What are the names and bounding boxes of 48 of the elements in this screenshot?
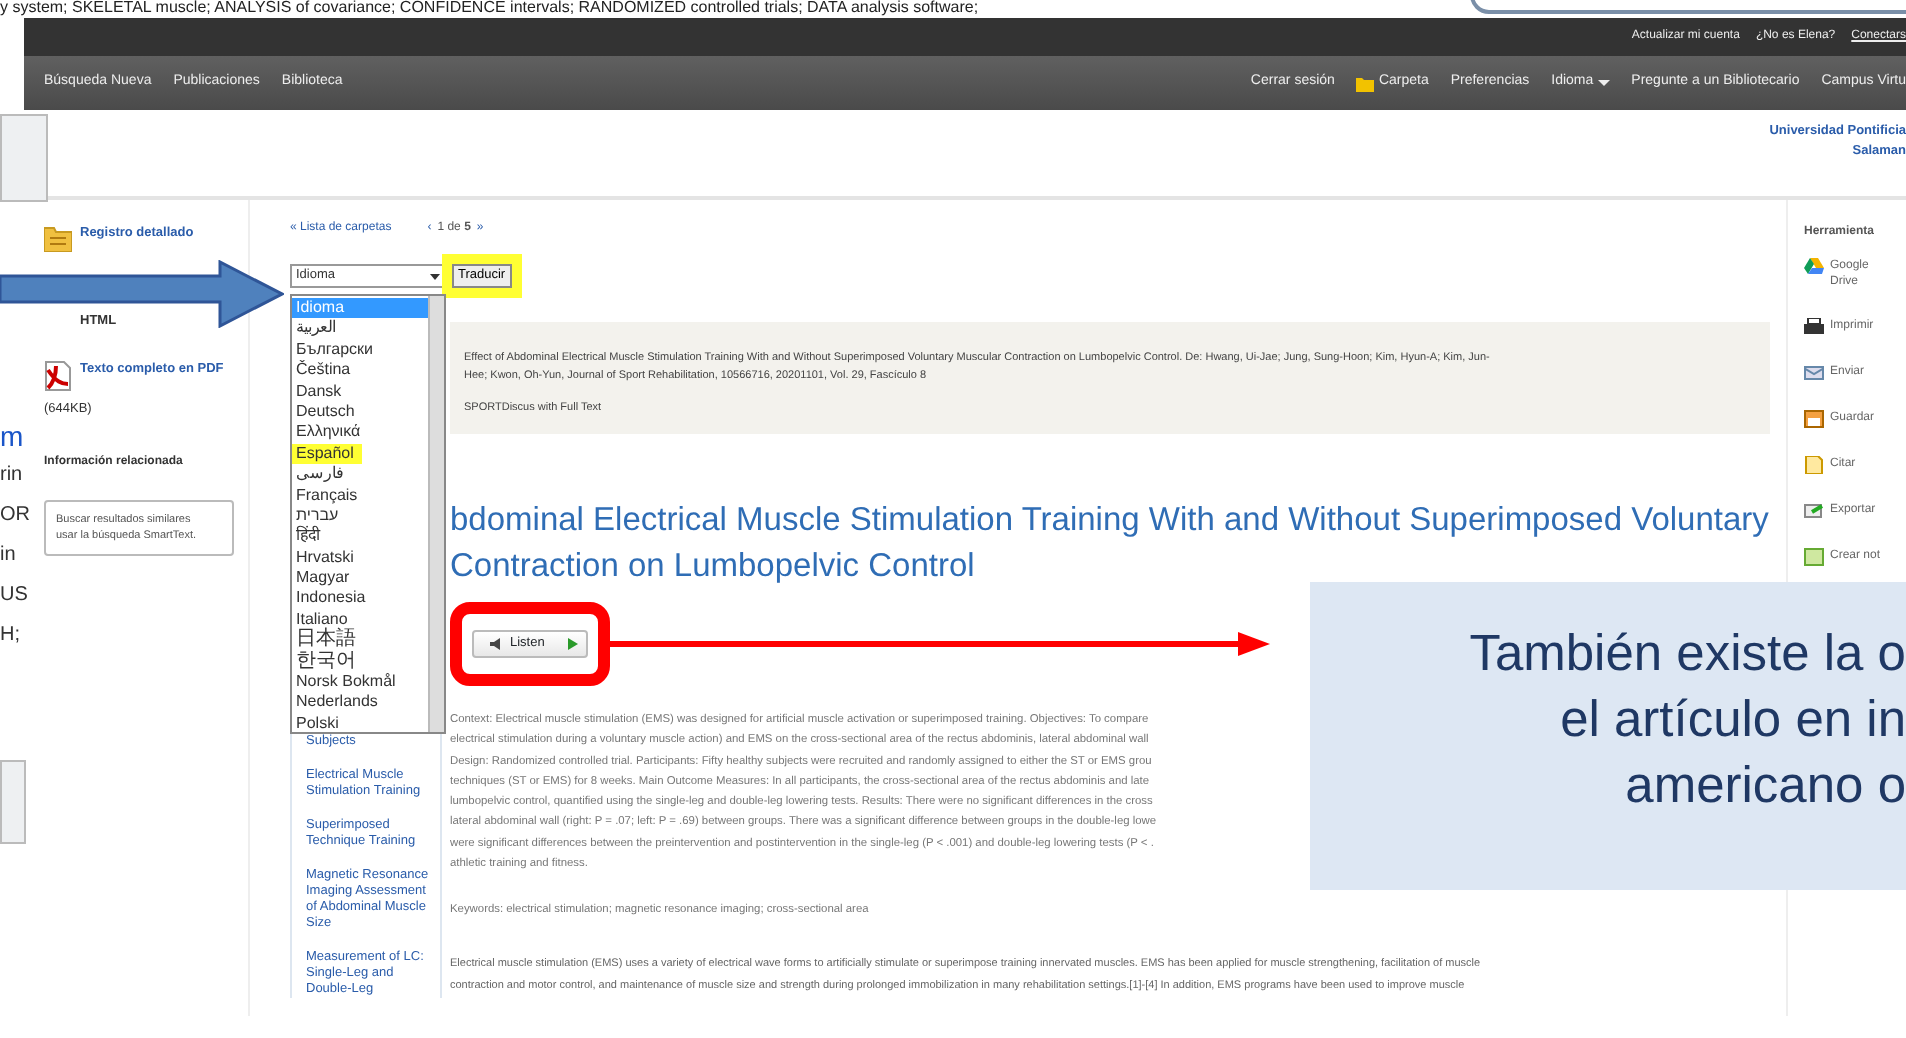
printer-icon <box>1804 318 1824 336</box>
text-fragment: in <box>0 542 18 570</box>
text-fragment: US <box>0 582 28 610</box>
caret-icon <box>430 273 440 279</box>
article-title: Contraction on Lumbopelvic Control <box>450 546 977 588</box>
language-option[interactable]: Polski <box>292 713 428 735</box>
speaker-icon <box>490 638 504 650</box>
language-option[interactable]: Hrvatski <box>292 547 428 569</box>
article-title: bdominal Electrical Muscle Stimulation Training With and Without Superimposed Voluntary <box>450 500 1771 542</box>
language-option[interactable]: فارسی <box>292 464 428 486</box>
language-option[interactable]: Ελληνικά <box>292 422 428 444</box>
language-option[interactable]: 한국어 <box>292 651 428 673</box>
language-option[interactable]: עברית <box>292 505 428 527</box>
language-option[interactable]: Magyar <box>292 568 428 589</box>
language-option[interactable]: العربية <box>292 318 428 340</box>
play-icon <box>568 638 579 650</box>
language-option[interactable]: Nederlands <box>292 692 428 714</box>
language-option[interactable]: Norsk Bokmål <box>292 672 428 693</box>
callout-text: el artículo en in <box>1560 690 1906 752</box>
language-option[interactable]: Dansk <box>292 381 428 402</box>
export-icon <box>1804 502 1824 520</box>
envelope-icon <box>1804 364 1824 382</box>
text-fragment: OR <box>0 502 28 530</box>
language-option[interactable]: Español <box>292 443 362 465</box>
pdf-icon <box>44 359 72 392</box>
language-option[interactable]: Български <box>292 339 428 361</box>
drive-icon <box>1804 258 1824 276</box>
document-icon <box>1804 456 1824 474</box>
document-thumbnail <box>0 114 48 202</box>
text-fragment: m <box>0 418 26 456</box>
text-fragment: H; <box>0 622 22 650</box>
language-option[interactable]: हिंदी <box>292 526 428 548</box>
document-thumbnail <box>0 760 26 844</box>
callout-text: americano o <box>1625 756 1906 818</box>
scrollbar[interactable] <box>428 296 444 732</box>
arrow-icon <box>0 260 284 328</box>
caret-icon <box>1597 79 1610 87</box>
text-fragment: rin <box>0 462 25 490</box>
text-fragment: y system; SKELETAL muscle; ANALYSIS of covariance; CONFIDENCE intervals; RANDOMIZED controlled trials; DATA analysis software; <box>0 0 979 18</box>
note-icon <box>1804 548 1824 566</box>
folder-icon <box>44 224 72 252</box>
language-option[interactable]: Indonesia <box>292 588 428 610</box>
language-option[interactable]: Čeština <box>292 360 428 382</box>
language-option[interactable]: Deutsch <box>292 401 428 423</box>
language-option[interactable]: Français <box>292 485 428 506</box>
callout-text: También existe la o <box>1469 624 1906 686</box>
folder-icon <box>1356 75 1375 91</box>
language-option[interactable]: 日本語 <box>292 630 428 652</box>
